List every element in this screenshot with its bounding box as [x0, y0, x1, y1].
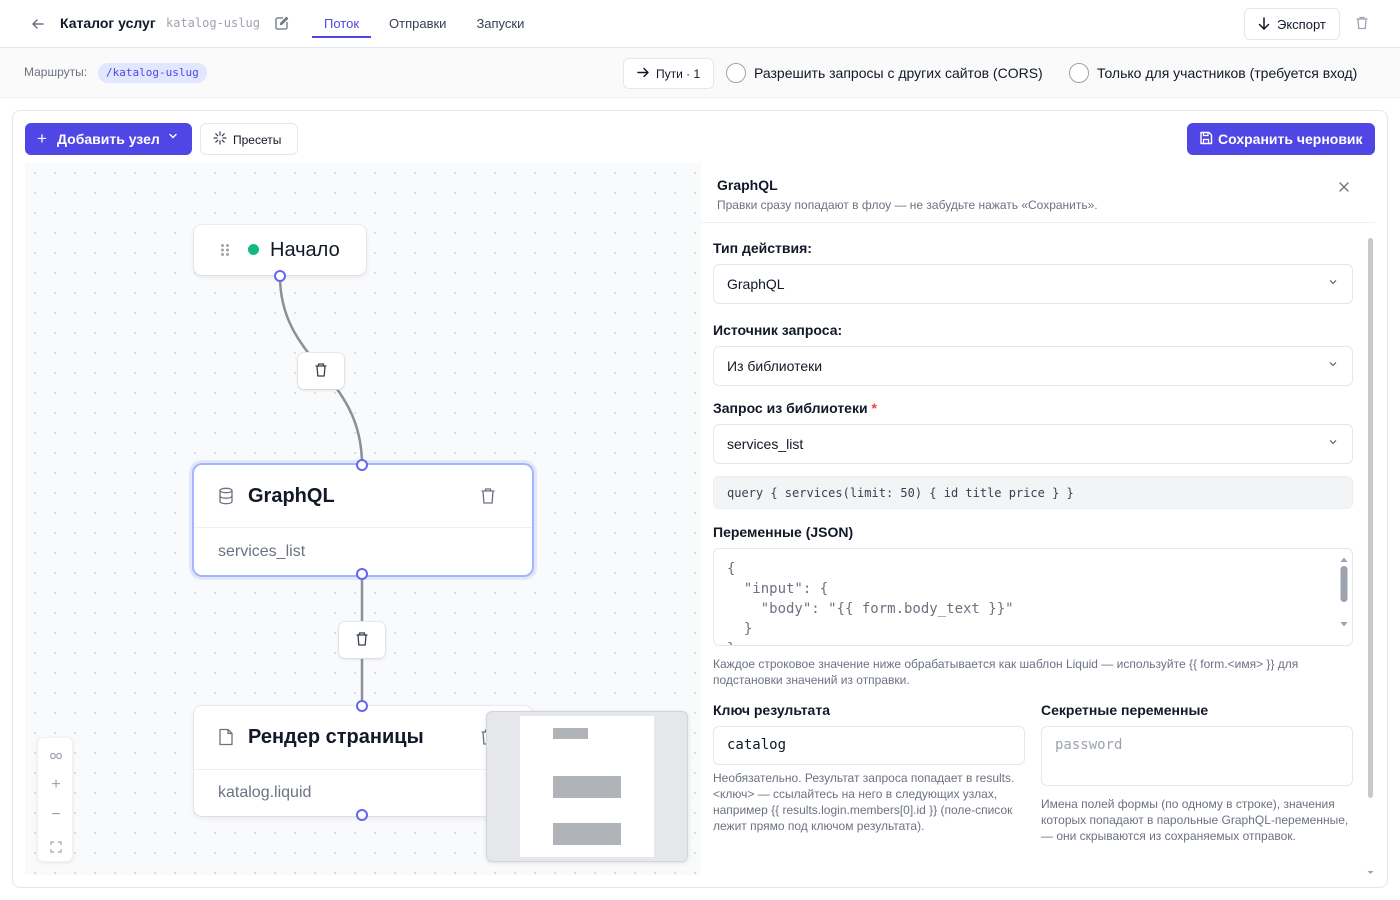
chevron-down-icon — [1328, 359, 1338, 372]
database-icon — [218, 487, 234, 510]
action-type-value: GraphQL — [727, 276, 785, 292]
page-title: Каталог услуг — [60, 15, 156, 31]
plus-icon: + — [37, 129, 47, 148]
fit-link-icon[interactable] — [38, 740, 74, 770]
textarea-scrollbar[interactable] — [1339, 556, 1349, 628]
tab-submissions[interactable]: Отправки — [377, 0, 458, 38]
canvas-controls: + − — [37, 737, 73, 862]
tab-flow[interactable]: Поток — [312, 0, 372, 38]
panel-scrollbar[interactable] — [1366, 230, 1375, 875]
top-bar: Каталог услуг katalog-uslug Поток Отправ… — [0, 0, 1400, 48]
export-button[interactable]: Экспорт — [1244, 8, 1340, 40]
zoom-out-icon[interactable]: − — [38, 800, 74, 830]
start-node-label: Начало — [270, 239, 340, 261]
required-asterisk: * — [871, 400, 877, 416]
edge-delete-button[interactable] — [298, 353, 344, 389]
back-arrow-icon[interactable] — [30, 16, 46, 32]
presets-label: Пресеты — [233, 133, 282, 147]
graphql-node-input-handle[interactable] — [356, 459, 368, 471]
add-node-label: Добавить узел — [57, 131, 160, 147]
library-query-label-text: Запрос из библиотеки — [713, 400, 868, 416]
secret-vars-textarea[interactable]: password — [1041, 726, 1353, 786]
fullscreen-icon[interactable] — [38, 831, 74, 861]
graphql-node[interactable]: GraphQL services_list — [194, 465, 532, 575]
graphql-node-output-handle[interactable] — [356, 568, 368, 580]
render-node-subtitle: katalog.liquid — [218, 784, 312, 801]
members-only-label: Только для участников (требуется вход) — [1097, 65, 1358, 81]
secret-vars-hint: Имена полей формы (по одному в строке), … — [1041, 797, 1349, 843]
trash-icon — [356, 632, 368, 646]
result-key-hint: Необязательно. Результат запроса попадае… — [713, 771, 1015, 833]
render-page-node[interactable]: Рендер страницы katalog.liquid — [194, 706, 532, 816]
paths-button[interactable]: Пути · 1 — [623, 58, 714, 89]
variables-textarea[interactable]: { "input": { "body": "{{ form.body_text … — [713, 548, 1353, 646]
delete-flow-trash-icon[interactable] — [1354, 15, 1370, 31]
secret-vars-label: Секретные переменные — [1041, 702, 1209, 718]
library-query-value: services_list — [727, 436, 804, 452]
arrow-down-icon — [1258, 17, 1270, 34]
cors-checkbox[interactable] — [726, 63, 746, 83]
library-query-label: Запрос из библиотеки * — [713, 400, 877, 416]
route-chip[interactable]: /katalog-uslug — [98, 63, 207, 83]
zoom-in-icon[interactable]: + — [38, 770, 74, 800]
result-key-label: Ключ результата — [713, 702, 830, 718]
query-source-label: Источник запроса: — [713, 322, 843, 338]
chevron-down-icon — [1328, 437, 1338, 450]
members-only-checkbox[interactable] — [1069, 63, 1089, 83]
graphql-node-subtitle: services_list — [218, 543, 306, 560]
page-slug: katalog-uslug — [166, 16, 260, 30]
render-node-title: Рендер страницы — [248, 726, 424, 748]
routes-bar: Маршруты: /katalog-uslug Пути · 1 Разреш… — [0, 48, 1400, 98]
panel-divider — [701, 222, 1375, 223]
arrow-right-icon — [637, 66, 650, 82]
trash-icon — [315, 363, 327, 377]
save-icon — [1199, 131, 1213, 145]
routes-label: Маршруты: — [24, 65, 88, 79]
result-key-input[interactable]: catalog — [713, 726, 1025, 765]
action-type-label: Тип действия: — [713, 240, 812, 256]
file-icon — [218, 728, 234, 751]
edit-icon[interactable] — [274, 15, 290, 31]
render-node-input-handle[interactable] — [356, 700, 368, 712]
flow-canvas[interactable]: Начало GraphQL services_list Рендер стра… — [25, 163, 701, 875]
minimap-node — [553, 776, 621, 798]
edge-delete-button[interactable] — [339, 622, 385, 658]
graphql-node-title: GraphQL — [248, 485, 335, 507]
query-source-select[interactable]: Из библиотеки — [713, 346, 1353, 386]
render-node-output-handle[interactable] — [356, 809, 368, 821]
variables-hint: Каждое строковое значение ниже обрабатыв… — [713, 657, 1299, 687]
cors-label: Разрешить запросы с других сайтов (CORS) — [754, 65, 1043, 81]
paths-label: Пути · 1 — [656, 67, 701, 81]
start-node-output-handle[interactable] — [274, 270, 286, 282]
add-node-button[interactable]: + Добавить узел — [25, 123, 192, 155]
node-divider — [194, 527, 532, 528]
save-draft-label: Сохранить черновик — [1218, 131, 1363, 147]
query-source-value: Из библиотеки — [727, 358, 823, 374]
panel-subtitle: Правки сразу попадают в флоу — не забудь… — [717, 198, 1098, 212]
minimap[interactable] — [486, 711, 688, 862]
export-label: Экспорт — [1277, 17, 1326, 32]
start-node[interactable]: Начало — [194, 225, 366, 275]
close-icon[interactable] — [1338, 180, 1350, 198]
save-draft-button[interactable]: Сохранить черновик — [1187, 123, 1375, 155]
tab-runs[interactable]: Запуски — [464, 0, 536, 38]
sparkle-loader-icon — [213, 131, 227, 148]
chevron-down-icon — [1328, 277, 1338, 290]
library-query-select[interactable]: services_list — [713, 424, 1353, 464]
drag-handle-icon[interactable] — [220, 243, 230, 262]
node-trash-icon[interactable] — [480, 487, 496, 510]
action-type-select[interactable]: GraphQL — [713, 264, 1353, 304]
presets-button[interactable]: Пресеты — [200, 123, 298, 155]
node-divider — [194, 769, 532, 770]
chevron-down-icon — [168, 131, 178, 144]
tabs: Поток Отправки Запуски — [312, 0, 542, 48]
status-dot — [248, 244, 259, 255]
panel-title: GraphQL — [717, 177, 778, 193]
minimap-node — [553, 728, 588, 739]
query-preview: query { services(limit: 50) { id title p… — [713, 476, 1353, 509]
minimap-node — [553, 823, 621, 845]
variables-label: Переменные (JSON) — [713, 524, 854, 540]
